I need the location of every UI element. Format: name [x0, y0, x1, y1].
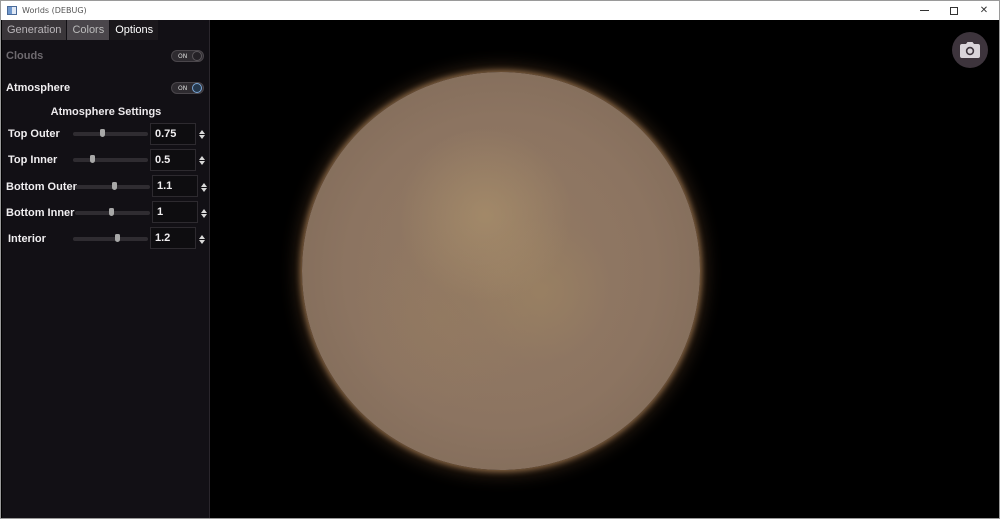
close-icon: ✕ [979, 5, 989, 16]
clouds-row: Clouds ON [2, 47, 210, 65]
interior-label: Interior [8, 233, 46, 245]
bottom-outer-spinner[interactable] [200, 181, 208, 193]
interior-slider-thumb[interactable] [114, 234, 120, 242]
top-outer-input[interactable]: 0.75 [150, 123, 196, 145]
top-inner-input[interactable]: 0.5 [150, 149, 196, 171]
atmosphere-row: Atmosphere ON [2, 79, 210, 97]
clouds-toggle[interactable]: ON [171, 50, 204, 62]
window-title: Worlds (DEBUG) [22, 6, 87, 15]
title-bar: Worlds (DEBUG) ✕ [1, 1, 999, 20]
atmosphere-toggle-knob [192, 83, 202, 93]
bottom-outer-input[interactable]: 1.1 [152, 175, 198, 197]
app-window: Worlds (DEBUG) ✕ Generation Colors Optio… [0, 0, 1000, 519]
maximize-icon [950, 6, 958, 15]
minimize-icon [919, 10, 929, 11]
interior-slider[interactable] [73, 234, 148, 242]
maximize-button[interactable] [939, 1, 969, 20]
atmosphere-toggle-text: ON [178, 84, 188, 92]
bottom-outer-slider-thumb[interactable] [112, 182, 117, 190]
tab-colors[interactable]: Colors [67, 20, 110, 40]
app-icon [7, 6, 17, 15]
top-outer-label: Top Outer [8, 128, 60, 140]
atmosphere-label: Atmosphere [6, 82, 71, 94]
top-inner-spinner[interactable] [198, 154, 206, 166]
tab-options[interactable]: Options [110, 20, 159, 40]
screenshot-button[interactable] [952, 32, 988, 68]
planet-render [302, 72, 700, 470]
bottom-inner-spinner[interactable] [200, 207, 208, 219]
bottom-outer-label: Bottom Outer [6, 181, 77, 193]
top-inner-slider[interactable] [73, 155, 148, 163]
interior-spinner[interactable] [198, 233, 206, 245]
settings-panel: Generation Colors Options Clouds ON Atmo… [2, 20, 210, 518]
clouds-label: Clouds [6, 50, 44, 62]
slider-row-interior: Interior 1.2 [2, 227, 210, 256]
window-controls: ✕ [909, 1, 999, 20]
clouds-toggle-text: ON [178, 52, 188, 60]
bottom-inner-slider[interactable] [75, 208, 150, 216]
camera-icon [960, 42, 980, 58]
top-inner-label: Top Inner [8, 154, 58, 166]
top-outer-slider-thumb[interactable] [99, 129, 105, 137]
interior-input[interactable]: 1.2 [150, 227, 196, 249]
close-button[interactable]: ✕ [969, 1, 999, 20]
tab-generation[interactable]: Generation [2, 20, 67, 40]
atmosphere-settings-title: Atmosphere Settings [50, 106, 162, 118]
minimize-button[interactable] [909, 1, 939, 20]
bottom-outer-slider[interactable] [75, 182, 150, 190]
bottom-inner-input[interactable]: 1 [152, 201, 198, 223]
top-inner-slider-thumb[interactable] [89, 155, 95, 163]
clouds-toggle-knob [192, 51, 202, 61]
top-outer-spinner[interactable] [198, 128, 206, 140]
atmosphere-toggle[interactable]: ON [171, 82, 204, 94]
top-outer-slider[interactable] [73, 129, 148, 137]
bottom-inner-slider-thumb[interactable] [109, 208, 114, 216]
tab-bar: Generation Colors Options [2, 20, 209, 40]
bottom-inner-label: Bottom Inner [6, 207, 75, 219]
